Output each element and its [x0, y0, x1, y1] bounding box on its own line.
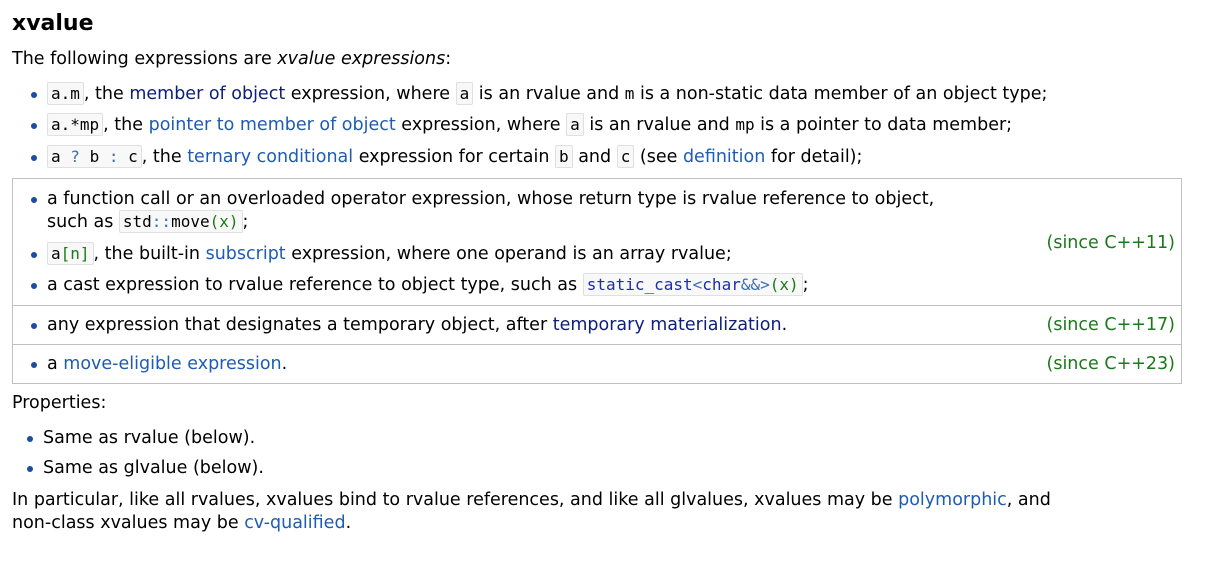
member-of-object-link[interactable]: member of object — [129, 84, 285, 104]
subscript-code: a[n] — [47, 242, 94, 265]
polymorphic-link[interactable]: polymorphic — [898, 490, 1007, 510]
definition-link[interactable]: definition — [683, 147, 765, 167]
pointer-to-member-link[interactable]: pointer to member of object — [149, 115, 396, 135]
since-cpp11-label: (since C++11) — [1046, 233, 1176, 253]
subscript-link[interactable]: subscript — [206, 244, 286, 264]
list-item: any expression that designates a tempora… — [30, 315, 788, 335]
list-item: a.*mp, the pointer to member of object e… — [30, 113, 1012, 137]
list-item: a cast expression to rvalue reference to… — [31, 273, 809, 296]
list-item: Same as rvalue (below). — [26, 428, 256, 448]
list-item: Same as glvalue (below). — [27, 458, 264, 478]
section-heading: xvalue — [12, 11, 94, 36]
lead-emphasis: xvalue expressions — [277, 49, 446, 69]
since-cpp23-label: (since C++23) — [1046, 354, 1176, 374]
ternary-code: a ? b : c — [47, 145, 142, 168]
list-item: a.m, the member of object expression, wh… — [30, 82, 1047, 106]
properties-label: Properties: — [12, 393, 107, 413]
list-item: a ? b : c, the ternary conditional expre… — [30, 145, 862, 169]
move-eligible-link[interactable]: move-eligible expression — [63, 354, 281, 374]
lead-paragraph: The following expressions are xvalue exp… — [12, 49, 452, 69]
closing-paragraph-line1: In particular, like all rvalues, xvalues… — [12, 490, 1051, 510]
list-item: a function call or an overloaded operato… — [30, 189, 935, 209]
cv-qualified-link[interactable]: cv-qualified — [244, 513, 345, 533]
since-cpp17-label: (since C++17) — [1046, 315, 1176, 335]
list-item: a move-eligible expression. — [30, 354, 288, 374]
revision-box: a function call or an overloaded operato… — [12, 178, 1182, 384]
revision-divider — [13, 305, 1181, 306]
list-item: a[n], the built-in subscript expression,… — [31, 242, 732, 266]
list-item-continuation: such as std::move(x); — [47, 210, 249, 233]
ternary-conditional-link[interactable]: ternary conditional — [187, 147, 353, 167]
closing-paragraph-line2: non-class xvalues may be cv-qualified. — [12, 513, 352, 533]
static-cast-code: static_cast<char&&>(x) — [582, 273, 803, 296]
std-move-code: std::move(x) — [118, 210, 243, 233]
revision-divider — [13, 344, 1181, 345]
temporary-materialization-link[interactable]: temporary materialization — [553, 315, 782, 335]
